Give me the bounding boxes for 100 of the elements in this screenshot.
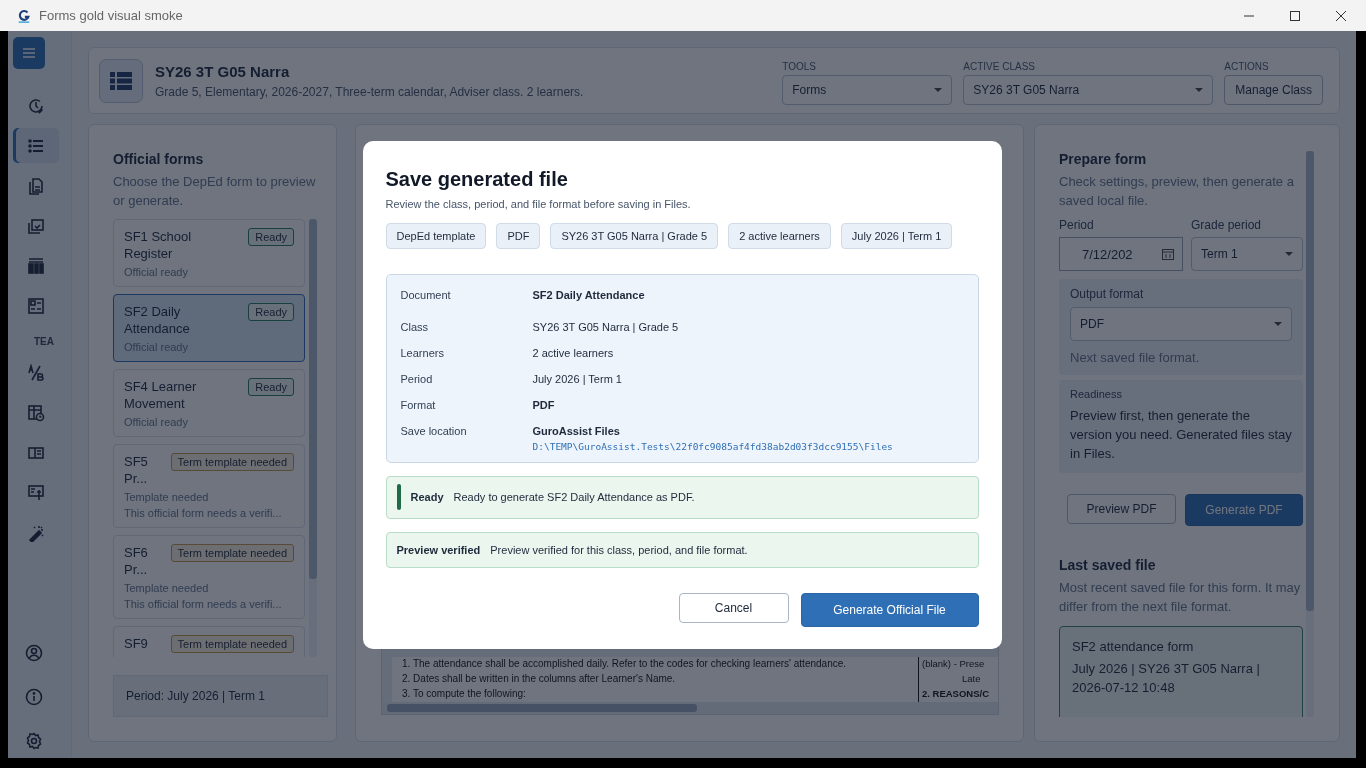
notice-text: Ready to generate SF2 Daily Attendance as PDF. — [453, 491, 695, 503]
nav-section-label: TEA — [34, 336, 54, 347]
panel-description: Choose the DepEd form to preview or generate. — [113, 173, 317, 210]
active-class-dropdown[interactable]: SY26 3T G05 Narra — [963, 75, 1214, 105]
info-chip: PDF — [496, 222, 541, 249]
period-summary: Period: July 2026 | Term 1 — [113, 675, 328, 717]
status-badge: Ready — [248, 228, 294, 246]
document-text: 2. Dates shall be written in the columns after Learner's Name. — [402, 672, 677, 685]
info-chip: DepEd template — [385, 222, 487, 249]
document-icon — [27, 176, 45, 195]
field-label: Grade period — [1191, 218, 1263, 232]
notice-label: Ready — [410, 491, 444, 503]
menu-button[interactable] — [13, 37, 45, 69]
form-note: This official form needs a verifi... — [124, 598, 283, 610]
board-icon — [27, 483, 45, 502]
calendar-icon — [27, 216, 45, 235]
close-icon[interactable] — [1335, 9, 1347, 22]
dialog-button[interactable]: Cancel — [678, 592, 789, 623]
form-title: SF6 Pr... — [124, 544, 149, 578]
detail-label: Period — [400, 372, 434, 387]
grade-period-dropdown[interactable]: Term 1 — [1191, 237, 1303, 271]
app-logo-icon — [17, 8, 31, 23]
status-badge: Term template needed — [170, 635, 294, 653]
field-label: Readiness — [1070, 388, 1123, 400]
form-title: SF4 Learner Movement — [124, 378, 198, 412]
maximize-icon[interactable] — [1289, 9, 1301, 22]
form-note: This official form needs a verifi... — [124, 507, 283, 519]
tools-dropdown[interactable]: Forms — [782, 75, 953, 105]
form-title: SF1 School Register — [124, 228, 193, 262]
ab-icon — [27, 363, 45, 382]
saved-file-card[interactable]: SF2 attendance form July 2026 | SY26 3T G05 Narra | 2026-07-12 10:48 — [1059, 626, 1303, 717]
detail-label: Class — [400, 320, 429, 335]
notice-text: Preview verified for this class, period, and file format. — [490, 543, 748, 556]
form-status: Official ready — [124, 266, 189, 278]
scrollbar[interactable] — [1306, 151, 1314, 717]
manage-class-button[interactable]: Manage Class — [1224, 75, 1323, 105]
form-card[interactable]: SF6 Pr... Term template needed Template needed This official form needs a verifi... — [113, 535, 305, 619]
active-class-label: ACTIVE CLASS — [963, 61, 1036, 72]
form-title: SF5 Pr... — [124, 453, 149, 487]
list-icon — [27, 136, 45, 155]
form-status: Template needed — [124, 491, 210, 503]
detail-value: July 2026 | Term 1 — [532, 372, 622, 385]
form-card[interactable]: SF9 Term template needed — [113, 626, 305, 657]
status-badge: Ready — [248, 303, 294, 321]
notice-label: Preview verified — [396, 543, 481, 556]
saved-file-title: SF2 attendance form — [1072, 639, 1195, 654]
section-title: Last saved file — [1059, 557, 1157, 573]
form-card[interactable]: SF5 Pr... Term template needed Template needed This official form needs a verifi... — [113, 444, 305, 528]
class-title: SY26 3T G05 Narra — [155, 62, 291, 80]
form-card[interactable]: SF4 Learner Movement Ready Official ready — [113, 369, 305, 437]
document-text: 2. REASONS/C — [922, 687, 991, 700]
actions-label: ACTIONS — [1224, 61, 1270, 72]
class-list-icon — [99, 58, 143, 103]
table-clock-icon — [27, 403, 45, 422]
saved-file-details: July 2026 | SY26 3T G05 Narra | 2026-07-12 10:48 — [1072, 660, 1261, 697]
output-format-dropdown[interactable]: PDF — [1070, 307, 1292, 341]
status-badge: Ready — [248, 378, 294, 396]
field-label: Period — [1059, 218, 1095, 232]
panel-title: Official forms — [113, 151, 205, 167]
status-badge: Term template needed — [170, 544, 294, 562]
action-button[interactable]: Preview PDF — [1067, 494, 1176, 524]
account-icon — [25, 643, 43, 662]
detail-label: Learners — [400, 346, 445, 361]
action-button[interactable]: Generate PDF — [1185, 494, 1303, 526]
field-label: Output format — [1070, 287, 1145, 301]
scrollbar[interactable] — [309, 219, 317, 657]
menu-icon — [22, 47, 36, 59]
file-path: D:\TEMP\GuroAssist.Tests\22f0fc9085af4fd38ab2d03f3dcc9155\Files — [532, 440, 893, 452]
form-card[interactable]: SF1 School Register Ready Official ready — [113, 219, 305, 287]
form-status: Official ready — [124, 416, 189, 428]
wand-icon — [27, 523, 45, 542]
form-icon — [27, 296, 45, 315]
section-description: Most recent saved file for this form. It may differ from the next file format. — [1059, 579, 1302, 616]
clock-icon — [27, 96, 45, 115]
form-title: SF9 — [124, 635, 149, 652]
panel-description: Check settings, preview, then generate a saved local file. — [1059, 173, 1295, 210]
detail-value: SF2 Daily Attendance — [532, 288, 645, 301]
detail-value: SY26 3T G05 Narra | Grade 5 — [532, 320, 679, 333]
nav-item[interactable] — [13, 128, 59, 163]
status-badge: Term template needed — [170, 453, 294, 471]
detail-label: Save location — [400, 424, 468, 439]
window-title: Forms gold visual smoke — [39, 8, 183, 23]
detail-label: Format — [400, 398, 437, 413]
dialog-button[interactable]: Generate Official File — [800, 592, 979, 627]
form-title: SF2 Daily Attendance — [124, 303, 191, 337]
settings-icon — [25, 731, 43, 750]
detail-value: PDF — [532, 398, 555, 411]
readiness-text: Preview first, then generate the version you need. Generated files stay in Files. — [1070, 407, 1292, 463]
class-summary: Grade 5, Elementary, 2026-2027, Three-term calendar, Adviser class. 2 learners. — [155, 84, 584, 99]
date-field[interactable]: 7/12/202 — [1059, 237, 1183, 271]
info-chip: July 2026 | Term 1 — [840, 222, 953, 249]
panel-title: Prepare form — [1059, 151, 1148, 167]
document-text: 1. The attendance shall be accomplished daily. Refer to the codes for checking learners' attendance. — [402, 657, 848, 670]
columns-icon — [27, 256, 45, 275]
detail-value: 2 active learners — [532, 346, 614, 359]
tools-label: TOOLS — [782, 61, 817, 72]
info-icon — [25, 687, 43, 706]
detail-label: Document — [400, 288, 452, 303]
calendar-icon[interactable] — [1162, 248, 1174, 260]
dialog-title: Save generated file — [385, 167, 569, 191]
